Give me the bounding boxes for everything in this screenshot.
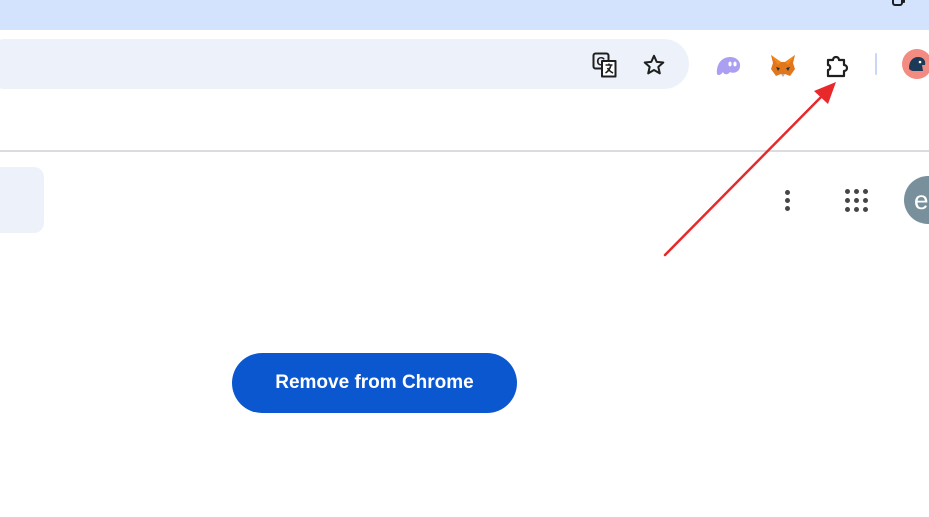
browser-toolbar: G bbox=[0, 30, 929, 98]
search-box[interactable] bbox=[0, 167, 44, 233]
profile-avatar-icon[interactable] bbox=[902, 49, 929, 79]
toolbar-separator bbox=[0, 150, 929, 152]
phantom-ghost-icon[interactable] bbox=[713, 51, 743, 81]
account-avatar[interactable]: e bbox=[904, 176, 929, 224]
star-icon[interactable] bbox=[640, 51, 668, 79]
toolbar-divider bbox=[875, 53, 877, 75]
google-translate-icon[interactable]: G bbox=[591, 51, 619, 79]
omnibox[interactable] bbox=[0, 39, 689, 89]
window-control-icon[interactable] bbox=[890, 0, 908, 8]
puzzle-piece-icon[interactable] bbox=[822, 51, 852, 81]
metamask-fox-icon[interactable] bbox=[768, 51, 798, 81]
more-vert-icon[interactable] bbox=[772, 185, 802, 215]
apps-grid-icon[interactable] bbox=[842, 186, 870, 214]
tab-strip bbox=[0, 0, 929, 30]
remove-from-chrome-button[interactable]: Remove from Chrome bbox=[232, 353, 517, 413]
